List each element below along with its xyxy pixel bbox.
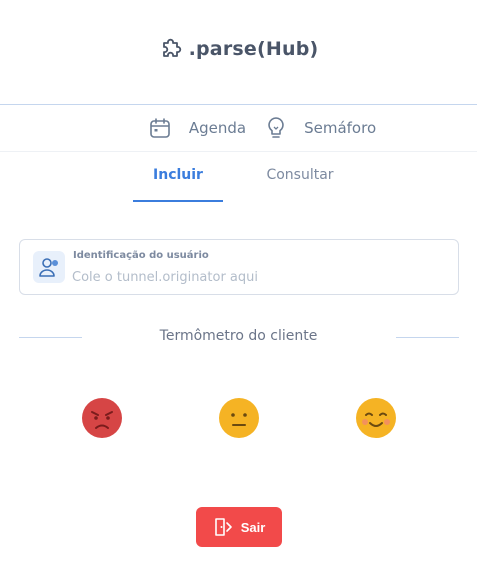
user-id-label: Identificação do usuário xyxy=(73,250,209,261)
user-id-field[interactable]: Identificação do usuário xyxy=(19,239,459,295)
tab-consultar[interactable]: Consultar xyxy=(250,160,350,202)
nav-item-semaforo[interactable]: Semáforo xyxy=(266,116,376,140)
thermometer-header: Termômetro do cliente xyxy=(0,328,477,348)
user-id-input[interactable] xyxy=(72,267,442,287)
top-nav: Agenda Semáforo xyxy=(0,105,477,152)
happy-face-icon[interactable] xyxy=(355,397,397,439)
lightbulb-icon xyxy=(266,116,286,140)
logo[interactable]: .parse(Hub) xyxy=(0,36,477,62)
nav-item-agenda[interactable]: Agenda xyxy=(149,117,246,139)
divider-right xyxy=(396,337,459,338)
tab-bar: Incluir Consultar xyxy=(0,160,477,202)
puzzle-icon xyxy=(159,36,185,62)
exit-button-label: Sair xyxy=(240,519,266,535)
door-exit-icon xyxy=(214,518,232,536)
nav-item-label: Agenda xyxy=(188,119,247,137)
nav-item-label: Semáforo xyxy=(304,119,377,137)
user-icon xyxy=(33,251,65,283)
neutral-face-icon[interactable] xyxy=(218,397,260,439)
exit-button[interactable]: Sair xyxy=(196,507,282,547)
tab-incluir[interactable]: Incluir xyxy=(133,160,223,202)
angry-face-icon[interactable] xyxy=(81,397,123,439)
app-header: .parse(Hub) xyxy=(0,0,477,104)
calendar-icon xyxy=(149,117,171,139)
thermometer-title: Termômetro do cliente xyxy=(159,328,318,344)
app-title: .parse(Hub) xyxy=(188,38,319,60)
